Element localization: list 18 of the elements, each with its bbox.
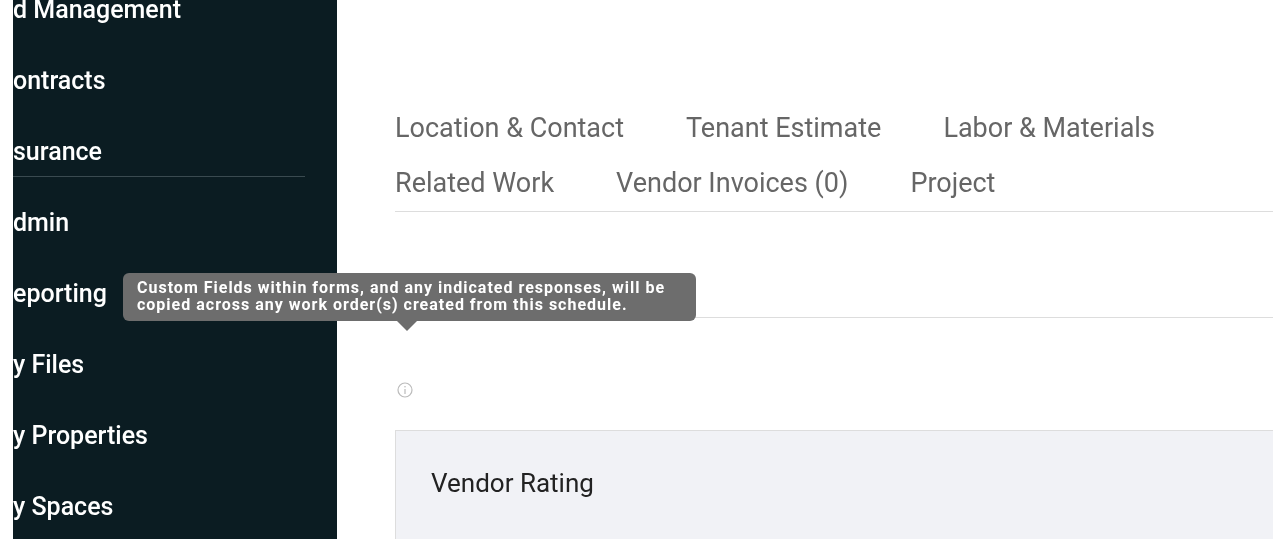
tab[interactable]: Vendor Invoices (0) <box>616 167 849 199</box>
info-icon[interactable] <box>397 382 413 398</box>
sidebar-item[interactable]: y Files <box>13 352 85 378</box>
sidebar-item[interactable]: surance <box>13 139 102 165</box>
section-title: Vendor Rating <box>431 468 594 498</box>
sidebar-item[interactable]: y Properties <box>13 423 148 449</box>
tooltip-arrow <box>397 321 417 331</box>
tooltip: Custom Fields within forms, and any indicated responses, will be copied across any work order(s) created from this schedule. <box>123 273 696 321</box>
sidebar-item[interactable]: y Spaces <box>13 494 114 520</box>
tab[interactable]: Tenant Estimate <box>686 112 882 144</box>
sidebar-item[interactable]: dmin <box>13 210 70 236</box>
sidebar-item[interactable]: eporting <box>13 281 107 307</box>
tab[interactable]: Project <box>910 167 996 199</box>
tab[interactable]: Location & Contact <box>395 112 625 144</box>
sidebar-item[interactable]: d Management <box>13 0 181 23</box>
sidebar-item[interactable]: ontracts <box>13 68 106 94</box>
tab[interactable]: Related Work <box>395 167 555 199</box>
tab[interactable]: Labor & Materials <box>943 112 1155 144</box>
